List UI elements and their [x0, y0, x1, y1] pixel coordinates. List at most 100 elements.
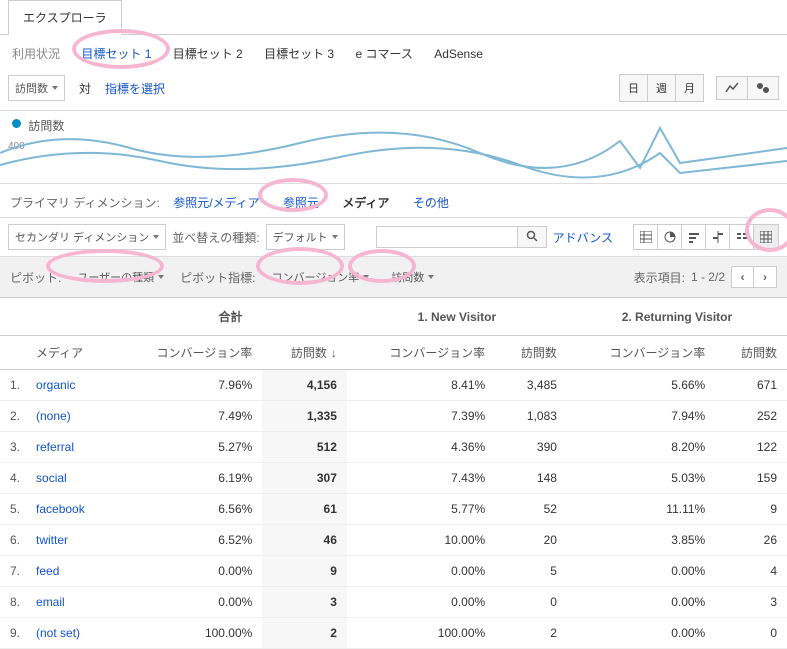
chart-motion-button[interactable] — [748, 77, 778, 99]
group-header-summary: 合計 — [114, 298, 347, 336]
secondary-dimension-dropdown[interactable]: セカンダリ ディメンション — [8, 224, 166, 250]
c2-visits-cell: 0 — [715, 618, 787, 649]
chart-type-group — [716, 76, 779, 100]
table-row: 7.feed0.00%90.00%50.00%4 — [0, 556, 787, 587]
dim-other[interactable]: その他 — [413, 196, 449, 210]
sum-conv-cell: 0.00% — [114, 556, 262, 587]
medium-link[interactable]: referral — [36, 440, 74, 454]
caret-icon — [52, 86, 58, 90]
dim-source-medium[interactable]: 参照元/メディア — [173, 196, 260, 210]
dropdown-label: 訪問数 — [391, 269, 424, 285]
view-bar-button[interactable] — [682, 225, 706, 249]
table-row: 1.organic7.96%4,1568.41%3,4855.66%671 — [0, 370, 787, 401]
view-comparison-button[interactable] — [706, 225, 730, 249]
chart-line-button[interactable] — [717, 77, 748, 99]
c2-conv-cell: 0.00% — [567, 587, 715, 618]
c2-visits-cell: 9 — [715, 494, 787, 525]
col-header-c1-visits[interactable]: 訪問数 — [495, 336, 567, 370]
pivot-label: ピボット: — [10, 269, 61, 286]
c2-conv-cell: 8.20% — [567, 432, 715, 463]
c2-visits-cell: 159 — [715, 463, 787, 494]
dropdown-label: コンバージョン率 — [271, 269, 359, 285]
explorer-tab[interactable]: エクスプローラ — [8, 0, 122, 35]
c1-conv-cell: 10.00% — [347, 525, 495, 556]
time-day-button[interactable]: 日 — [620, 75, 648, 101]
sum-visits-cell: 307 — [262, 463, 347, 494]
sum-conv-cell: 100.00% — [114, 618, 262, 649]
search-box — [376, 226, 547, 248]
subtab-goalset2[interactable]: 目標セット 2 — [173, 47, 243, 61]
subtab-goalset3[interactable]: 目標セット 3 — [264, 47, 334, 61]
col-header-c2-visits[interactable]: 訪問数 — [715, 336, 787, 370]
col-header-media[interactable]: メディア — [26, 336, 114, 370]
subtab-adsense[interactable]: AdSense — [434, 47, 483, 61]
pager-prev-button[interactable]: ‹ — [732, 267, 754, 287]
time-month-button[interactable]: 月 — [676, 75, 703, 101]
medium-link[interactable]: feed — [36, 564, 59, 578]
medium-cell: organic — [26, 370, 114, 401]
select-metric-link[interactable]: 指標を選択 — [105, 80, 165, 97]
primary-dimension-row: プライマリ ディメンション: 参照元/メディア 参照元 メディア その他 — [0, 183, 787, 217]
bubble-icon — [756, 82, 770, 94]
view-pivot-button[interactable] — [754, 225, 778, 249]
sum-visits-cell: 2 — [262, 618, 347, 649]
col-header-sum-visits[interactable]: 訪問数↓ — [262, 336, 347, 370]
col-header-c2-conv[interactable]: コンバージョン率 — [567, 336, 715, 370]
line-chart-icon — [725, 82, 739, 94]
col-header-c1-conv[interactable]: コンバージョン率 — [347, 336, 495, 370]
search-button[interactable] — [517, 227, 546, 247]
dropdown-label: セカンダリ ディメンション — [15, 229, 149, 245]
dropdown-label: ユーザーの種類 — [77, 269, 154, 285]
pager-next-button[interactable]: › — [754, 267, 776, 287]
time-week-button[interactable]: 週 — [648, 75, 676, 101]
pivot-metric1-dropdown[interactable]: コンバージョン率 — [265, 265, 375, 289]
c1-visits-cell: 3,485 — [495, 370, 567, 401]
medium-link[interactable]: social — [36, 471, 67, 485]
dim-medium[interactable]: メディア — [342, 196, 389, 210]
subtab-usage[interactable]: 利用状況 — [12, 47, 60, 61]
page-info: 1 - 2/2 — [691, 270, 725, 284]
medium-link[interactable]: email — [36, 595, 65, 609]
c1-visits-cell: 2 — [495, 618, 567, 649]
primary-metric-dropdown[interactable]: 訪問数 — [8, 75, 65, 101]
view-pie-button[interactable] — [658, 225, 682, 249]
sum-visits-cell: 4,156 — [262, 370, 347, 401]
c2-visits-cell: 252 — [715, 401, 787, 432]
data-table: 合計 1. New Visitor 2. Returning Visitor メ… — [0, 297, 787, 649]
medium-link[interactable]: (none) — [36, 409, 71, 423]
sum-visits-cell: 1,335 — [262, 401, 347, 432]
sort-type-dropdown[interactable]: デフォルト — [266, 224, 345, 250]
subtab-goalset1[interactable]: 目標セット 1 — [81, 47, 151, 61]
sum-visits-cell: 9 — [262, 556, 347, 587]
dim-source[interactable]: 参照元 — [283, 196, 319, 210]
medium-cell: referral — [26, 432, 114, 463]
row-index: 2. — [0, 401, 26, 432]
advanced-link[interactable]: アドバンス — [553, 229, 613, 246]
pivot-dimension-dropdown[interactable]: ユーザーの種類 — [71, 265, 170, 289]
row-index: 4. — [0, 463, 26, 494]
table-row: 8.email0.00%30.00%00.00%3 — [0, 587, 787, 618]
medium-link[interactable]: (not set) — [36, 626, 80, 640]
comparison-icon — [712, 231, 724, 243]
pivot-metric2-dropdown[interactable]: 訪問数 — [385, 265, 440, 289]
dropdown-label: 訪問数 — [15, 80, 48, 96]
medium-link[interactable]: facebook — [36, 502, 85, 516]
medium-link[interactable]: organic — [36, 378, 75, 392]
header-text: 訪問数 — [291, 346, 327, 360]
view-cloud-button[interactable] — [730, 225, 754, 249]
group-header-col1: 1. New Visitor — [347, 298, 567, 336]
subtab-ecommerce[interactable]: e コマース — [355, 47, 412, 61]
c2-conv-cell: 3.85% — [567, 525, 715, 556]
group-header-col2: 2. Returning Visitor — [567, 298, 787, 336]
caret-icon — [363, 275, 369, 279]
sum-visits-cell: 3 — [262, 587, 347, 618]
col-header-sum-conv[interactable]: コンバージョン率 — [114, 336, 262, 370]
medium-link[interactable]: twitter — [36, 533, 68, 547]
sum-visits-cell: 46 — [262, 525, 347, 556]
search-input[interactable] — [377, 227, 517, 247]
view-table-button[interactable] — [634, 225, 658, 249]
c1-visits-cell: 5 — [495, 556, 567, 587]
row-index: 1. — [0, 370, 26, 401]
medium-cell: twitter — [26, 525, 114, 556]
c2-visits-cell: 3 — [715, 587, 787, 618]
